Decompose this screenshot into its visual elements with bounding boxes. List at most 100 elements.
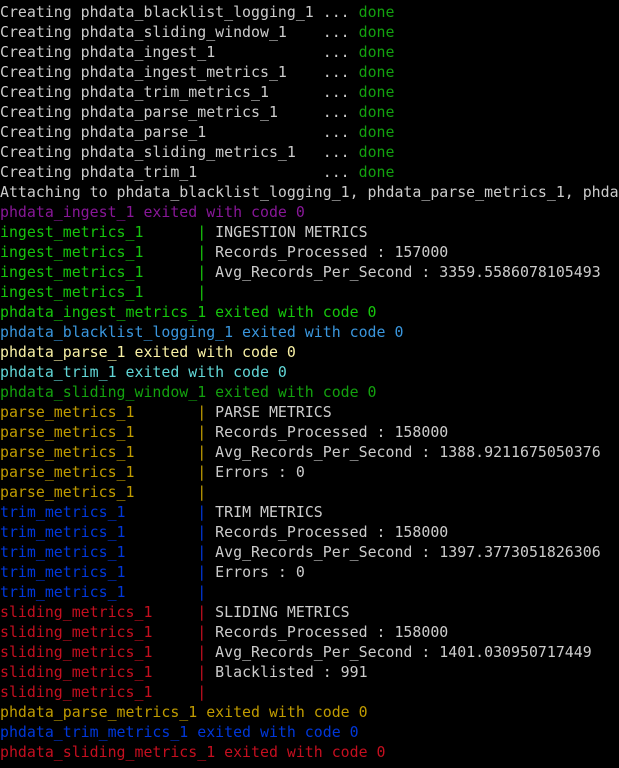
output-line: ingest_metrics_1 | Avg_Records_Per_Secon… bbox=[0, 262, 619, 282]
output-line: sliding_metrics_1 | Records_Processed : … bbox=[0, 622, 619, 642]
output-line: phdata_ingest_1 exited with code 0 bbox=[0, 202, 619, 222]
output-prefix: sliding_metrics_1 | bbox=[0, 623, 216, 641]
output-message: TRIM METRICS bbox=[215, 503, 323, 521]
creating-line: Creating phdata_ingest_metrics_1 ... don… bbox=[0, 62, 619, 82]
output-line: sliding_metrics_1 | Blacklisted : 991 bbox=[0, 662, 619, 682]
output-line: trim_metrics_1 | TRIM METRICS bbox=[0, 502, 619, 522]
creating-text: Creating phdata_parse_metrics_1 ... bbox=[0, 103, 359, 121]
output-message: Records_Processed : 158000 bbox=[215, 423, 449, 441]
output-prefix: phdata_trim_metrics_1 exited with code 0 bbox=[0, 723, 359, 741]
done-status: done bbox=[358, 63, 395, 81]
output-prefix: phdata_ingest_metrics_1 exited with code… bbox=[0, 303, 377, 321]
output-message: INGESTION METRICS bbox=[215, 223, 368, 241]
output-prefix: phdata_trim_1 exited with code 0 bbox=[0, 363, 287, 381]
output-line: sliding_metrics_1 | bbox=[0, 682, 619, 702]
container-output-log: phdata_ingest_1 exited with code 0 ingest… bbox=[0, 202, 619, 762]
output-message: Records_Processed : 157000 bbox=[215, 243, 449, 261]
creating-text: Creating phdata_parse_1 ... bbox=[0, 123, 359, 141]
output-prefix: sliding_metrics_1 | bbox=[0, 643, 216, 661]
output-prefix: parse_metrics_1 | bbox=[0, 483, 216, 501]
output-line: parse_metrics_1 | PARSE METRICS bbox=[0, 402, 619, 422]
output-line: phdata_trim_metrics_1 exited with code 0 bbox=[0, 722, 619, 742]
output-prefix: ingest_metrics_1 | bbox=[0, 283, 216, 301]
output-prefix: sliding_metrics_1 | bbox=[0, 603, 216, 621]
output-line: phdata_parse_1 exited with code 0 bbox=[0, 342, 619, 362]
creating-line: Creating phdata_sliding_metrics_1 ... do… bbox=[0, 142, 619, 162]
output-prefix: phdata_ingest_1 exited with code 0 bbox=[0, 203, 305, 221]
output-message: Avg_Records_Per_Second : 1401.0309507174… bbox=[215, 643, 592, 661]
output-line: trim_metrics_1 | Records_Processed : 158… bbox=[0, 522, 619, 542]
output-prefix: phdata_parse_metrics_1 exited with code … bbox=[0, 703, 368, 721]
creating-line: Creating phdata_parse_1 ... done bbox=[0, 122, 619, 142]
output-line: parse_metrics_1 | Errors : 0 bbox=[0, 462, 619, 482]
output-message: PARSE METRICS bbox=[215, 403, 332, 421]
done-status: done bbox=[358, 3, 395, 21]
creating-line: Creating phdata_ingest_1 ... done bbox=[0, 42, 619, 62]
output-message: Errors : 0 bbox=[215, 563, 305, 581]
output-prefix: phdata_sliding_metrics_1 exited with cod… bbox=[0, 743, 386, 761]
output-message: Avg_Records_Per_Second : 3359.5586078105… bbox=[215, 263, 601, 281]
output-message: SLIDING METRICS bbox=[215, 603, 350, 621]
terminal-window[interactable]: Creating phdata_blacklist_logging_1 ... … bbox=[0, 0, 619, 768]
output-prefix: sliding_metrics_1 | bbox=[0, 663, 216, 681]
output-line: trim_metrics_1 | Errors : 0 bbox=[0, 562, 619, 582]
done-status: done bbox=[358, 143, 395, 161]
done-status: done bbox=[358, 103, 395, 121]
output-prefix: ingest_metrics_1 | bbox=[0, 243, 216, 261]
output-prefix: phdata_blacklist_logging_1 exited with c… bbox=[0, 323, 404, 341]
output-prefix: parse_metrics_1 | bbox=[0, 443, 216, 461]
output-prefix: ingest_metrics_1 | bbox=[0, 263, 216, 281]
done-status: done bbox=[358, 23, 395, 41]
output-line: sliding_metrics_1 | Avg_Records_Per_Seco… bbox=[0, 642, 619, 662]
output-line: trim_metrics_1 | Avg_Records_Per_Second … bbox=[0, 542, 619, 562]
output-prefix: trim_metrics_1 | bbox=[0, 523, 216, 541]
output-line: ingest_metrics_1 | Records_Processed : 1… bbox=[0, 242, 619, 262]
done-status: done bbox=[358, 43, 395, 61]
output-prefix: phdata_sliding_window_1 exited with code… bbox=[0, 383, 377, 401]
creating-text: Creating phdata_sliding_window_1 ... bbox=[0, 23, 359, 41]
creating-text: Creating phdata_sliding_metrics_1 ... bbox=[0, 143, 359, 161]
output-prefix: parse_metrics_1 | bbox=[0, 423, 216, 441]
done-status: done bbox=[358, 123, 395, 141]
output-prefix: trim_metrics_1 | bbox=[0, 563, 216, 581]
output-message: Records_Processed : 158000 bbox=[215, 623, 449, 641]
output-prefix: parse_metrics_1 | bbox=[0, 463, 216, 481]
creating-text: Creating phdata_trim_metrics_1 ... bbox=[0, 83, 359, 101]
creating-text: Creating phdata_ingest_metrics_1 ... bbox=[0, 63, 359, 81]
output-prefix: trim_metrics_1 | bbox=[0, 583, 216, 601]
output-message: Blacklisted : 991 bbox=[215, 663, 368, 681]
output-prefix: trim_metrics_1 | bbox=[0, 543, 216, 561]
output-line: phdata_sliding_metrics_1 exited with cod… bbox=[0, 742, 619, 762]
output-line: phdata_parse_metrics_1 exited with code … bbox=[0, 702, 619, 722]
output-line: parse_metrics_1 | bbox=[0, 482, 619, 502]
output-line: phdata_ingest_metrics_1 exited with code… bbox=[0, 302, 619, 322]
attaching-line: Attaching to phdata_blacklist_logging_1,… bbox=[0, 183, 619, 201]
output-line: phdata_blacklist_logging_1 exited with c… bbox=[0, 322, 619, 342]
done-status: done bbox=[358, 83, 395, 101]
output-prefix: ingest_metrics_1 | bbox=[0, 223, 216, 241]
container-creation-log: Creating phdata_blacklist_logging_1 ... … bbox=[0, 2, 619, 182]
output-prefix: trim_metrics_1 | bbox=[0, 503, 216, 521]
output-prefix: phdata_parse_1 exited with code 0 bbox=[0, 343, 296, 361]
output-line: sliding_metrics_1 | SLIDING METRICS bbox=[0, 602, 619, 622]
output-prefix: sliding_metrics_1 | bbox=[0, 683, 216, 701]
output-line: parse_metrics_1 | Records_Processed : 15… bbox=[0, 422, 619, 442]
creating-line: Creating phdata_blacklist_logging_1 ... … bbox=[0, 2, 619, 22]
output-message: Avg_Records_Per_Second : 1397.3773051826… bbox=[215, 543, 601, 561]
output-line: parse_metrics_1 | Avg_Records_Per_Second… bbox=[0, 442, 619, 462]
output-message: Records_Processed : 158000 bbox=[215, 523, 449, 541]
creating-text: Creating phdata_ingest_1 ... bbox=[0, 43, 359, 61]
creating-line: Creating phdata_trim_metrics_1 ... done bbox=[0, 82, 619, 102]
creating-line: Creating phdata_parse_metrics_1 ... done bbox=[0, 102, 619, 122]
output-line: phdata_trim_1 exited with code 0 bbox=[0, 362, 619, 382]
creating-line: Creating phdata_sliding_window_1 ... don… bbox=[0, 22, 619, 42]
creating-text: Creating phdata_trim_1 ... bbox=[0, 163, 359, 181]
output-line: phdata_sliding_window_1 exited with code… bbox=[0, 382, 619, 402]
output-message: Avg_Records_Per_Second : 1388.9211675050… bbox=[215, 443, 601, 461]
output-message: Errors : 0 bbox=[215, 463, 305, 481]
output-line: ingest_metrics_1 | INGESTION METRICS bbox=[0, 222, 619, 242]
output-line: trim_metrics_1 | bbox=[0, 582, 619, 602]
output-prefix: parse_metrics_1 | bbox=[0, 403, 216, 421]
done-status: done bbox=[358, 163, 395, 181]
creating-line: Creating phdata_trim_1 ... done bbox=[0, 162, 619, 182]
